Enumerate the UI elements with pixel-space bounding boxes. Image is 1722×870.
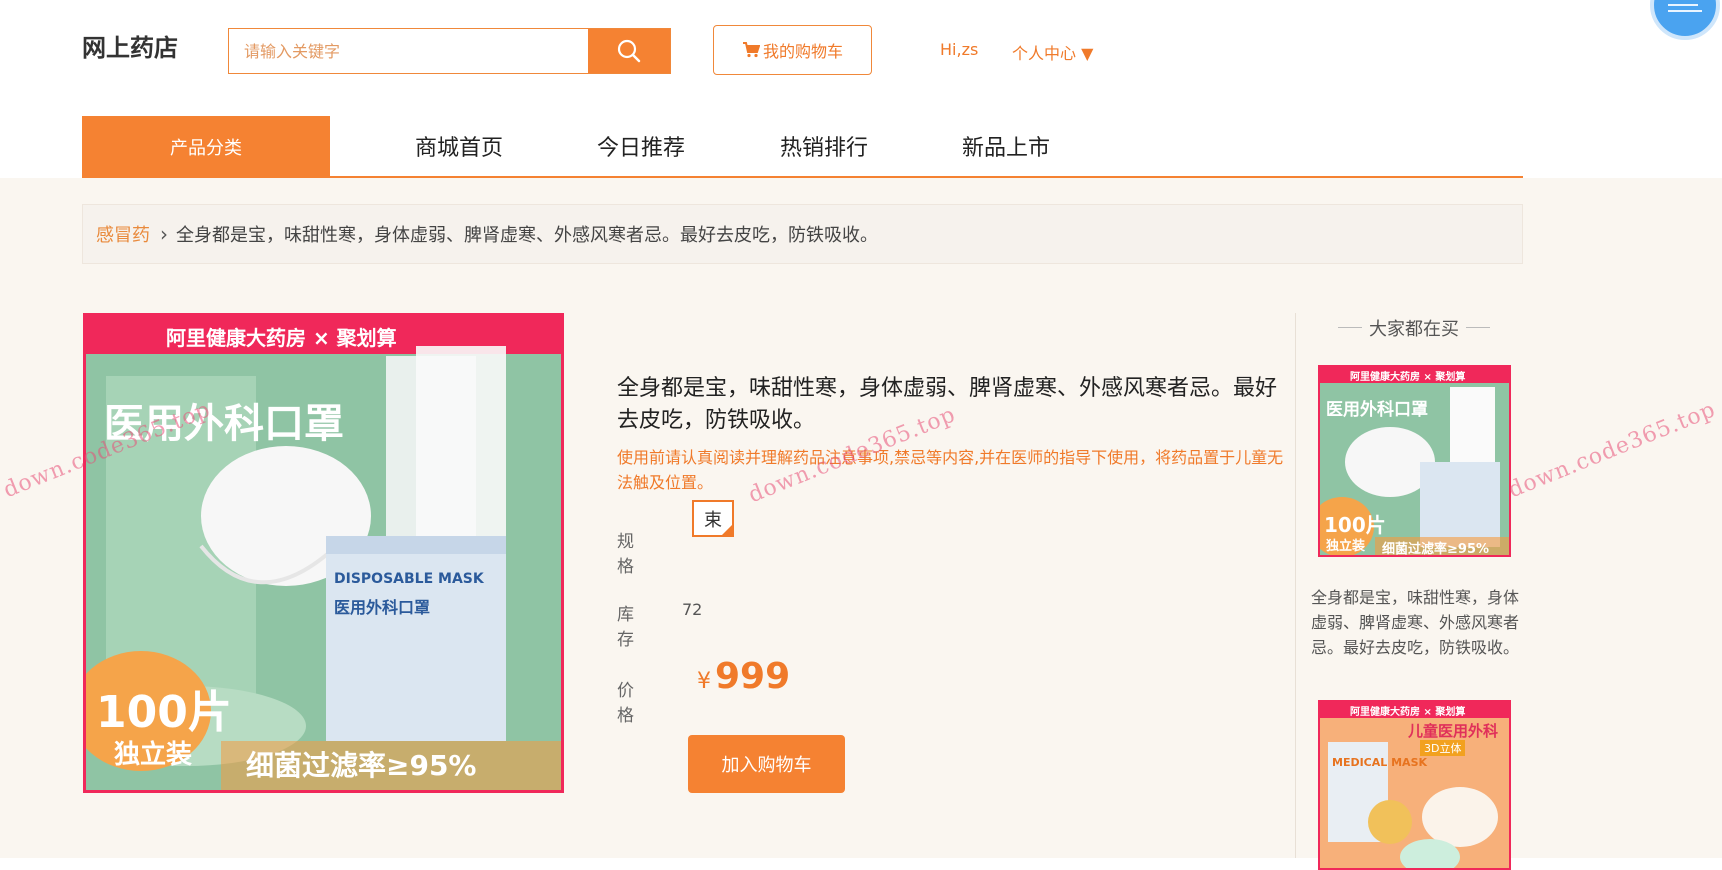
nav-item-home[interactable]: 商城首页 [415,116,503,176]
stock-label: 库存 [617,605,636,650]
product-title: 全身都是宝，味甜性寒，身体虚弱、脾肾虚寒、外感风寒者忌。最好去皮吃，防铁吸收。 [617,376,1278,433]
search-icon [617,39,641,63]
sidebar-image-count: 100片 [1324,513,1386,537]
sidebar-divider [1295,313,1296,858]
check-corner-icon [720,523,734,537]
search-button[interactable] [588,29,670,73]
nav-product-category[interactable]: 产品分类 [82,116,330,178]
product-price: ¥999 [697,656,790,697]
product-image: 阿里健康大药房 × 聚划算 医用外科口罩 DISPOSABLE MASK 医用外… [83,313,564,793]
sidebar-image-2-banner: 阿里健康大药房 × 聚划算 [1350,707,1466,718]
stock-value: 72 [682,600,703,619]
sidebar-image-big-text: 医用外科口罩 [1326,400,1428,420]
sidebar-image-banner: 阿里健康大药房 × 聚划算 [1350,372,1466,383]
image-big-text: 医用外科口罩 [104,401,344,447]
sidebar-item-desc[interactable]: 全身都是宝，味甜性寒，身体虚弱、脾肾虚寒、外感风寒者忌。最好去皮吃，防铁吸收。 [1310,585,1520,660]
spec-option-selected[interactable]: 束 [692,500,734,537]
nav-item-today-recommend[interactable]: 今日推荐 [597,116,685,176]
my-cart-button[interactable]: 我的购物车 [713,25,872,75]
spec-label: 规 格 [617,532,636,577]
main-nav: 产品分类 商城首页 今日推荐 热销排行 新品上市 [82,116,1523,178]
image-box-en: DISPOSABLE MASK [334,571,484,587]
sidebar-item-image-2[interactable]: 阿里健康大药房 × 聚划算 儿童医用外科 3D立体 MEDICAL MASK [1318,700,1511,870]
search-input[interactable] [229,29,588,73]
sidebar-image-2-sub-text: 3D立体 [1420,740,1466,756]
user-center-dropdown[interactable]: 个人中心 ▼ [1012,40,1093,64]
image-box-cn: 医用外科口罩 [334,598,431,617]
user-greeting[interactable]: Hi,zs [940,40,978,59]
nav-item-new-arrivals[interactable]: 新品上市 [962,116,1050,176]
search-bar [228,28,671,74]
breadcrumb-category-link[interactable]: 感冒药 [96,221,150,247]
image-banner-text: 阿里健康大药房 × 聚划算 [166,326,397,350]
breadcrumb-current: 全身都是宝，味甜性寒，身体虚弱、脾肾虚寒、外感风寒者忌。最好去皮吃，防铁吸收。 [176,225,878,246]
sidebar-image-count-sub: 独立装 [1326,539,1366,554]
cart-icon [742,42,760,58]
image-filter-text: 细菌过滤率≥95% [246,749,477,782]
breadcrumb: 感冒药 › 全身都是宝，味甜性寒，身体虚弱、脾肾虚寒、外感风寒者忌。最好去皮吃，… [82,204,1523,264]
cart-label: 我的购物车 [762,42,843,61]
main-content: 感冒药 › 全身都是宝，味甜性寒，身体虚弱、脾肾虚寒、外感风寒者忌。最好去皮吃，… [0,178,1722,870]
floating-badge-icon[interactable] [1650,0,1720,40]
sidebar-image-2-big-text: 儿童医用外科 [1408,722,1499,740]
currency-symbol: ¥ [697,669,711,694]
sidebar-item-image[interactable]: 阿里健康大药房 × 聚划算 医用外科口罩 100片 独立装 细菌过滤率≥95% [1318,365,1511,557]
price-value: 999 [715,656,791,697]
sidebar-image-2-box-en: MEDICAL MASK [1332,756,1428,769]
product-info: 全身都是宝，味甜性寒，身体虚弱、脾肾虚寒、外感风寒者忌。最好去皮吃，防铁吸收。 … [617,373,1289,495]
chevron-right-icon: › [160,222,168,246]
price-label: 价 格 [617,681,636,726]
add-to-cart-button[interactable]: 加入购物车 [688,735,845,793]
site-logo[interactable]: 网上药店 [82,28,178,63]
product-notice: 使用前请认真阅读并理解药品注意事项,禁忌等内容,并在医师的指导下使用，将药品置于… [617,448,1284,492]
sidebar-title: 大家都在买 [1338,315,1490,341]
sidebar-image-filter-text: 细菌过滤率≥95% [1382,542,1490,557]
nav-item-hot-ranking[interactable]: 热销排行 [780,116,868,176]
image-count-sub: 独立装 [114,740,193,770]
header: 网上药店 我的购物车 Hi,zs 个人中心 ▼ 产品分类 商城首页 今日推荐 热… [0,0,1722,178]
image-count: 100片 [96,687,232,738]
